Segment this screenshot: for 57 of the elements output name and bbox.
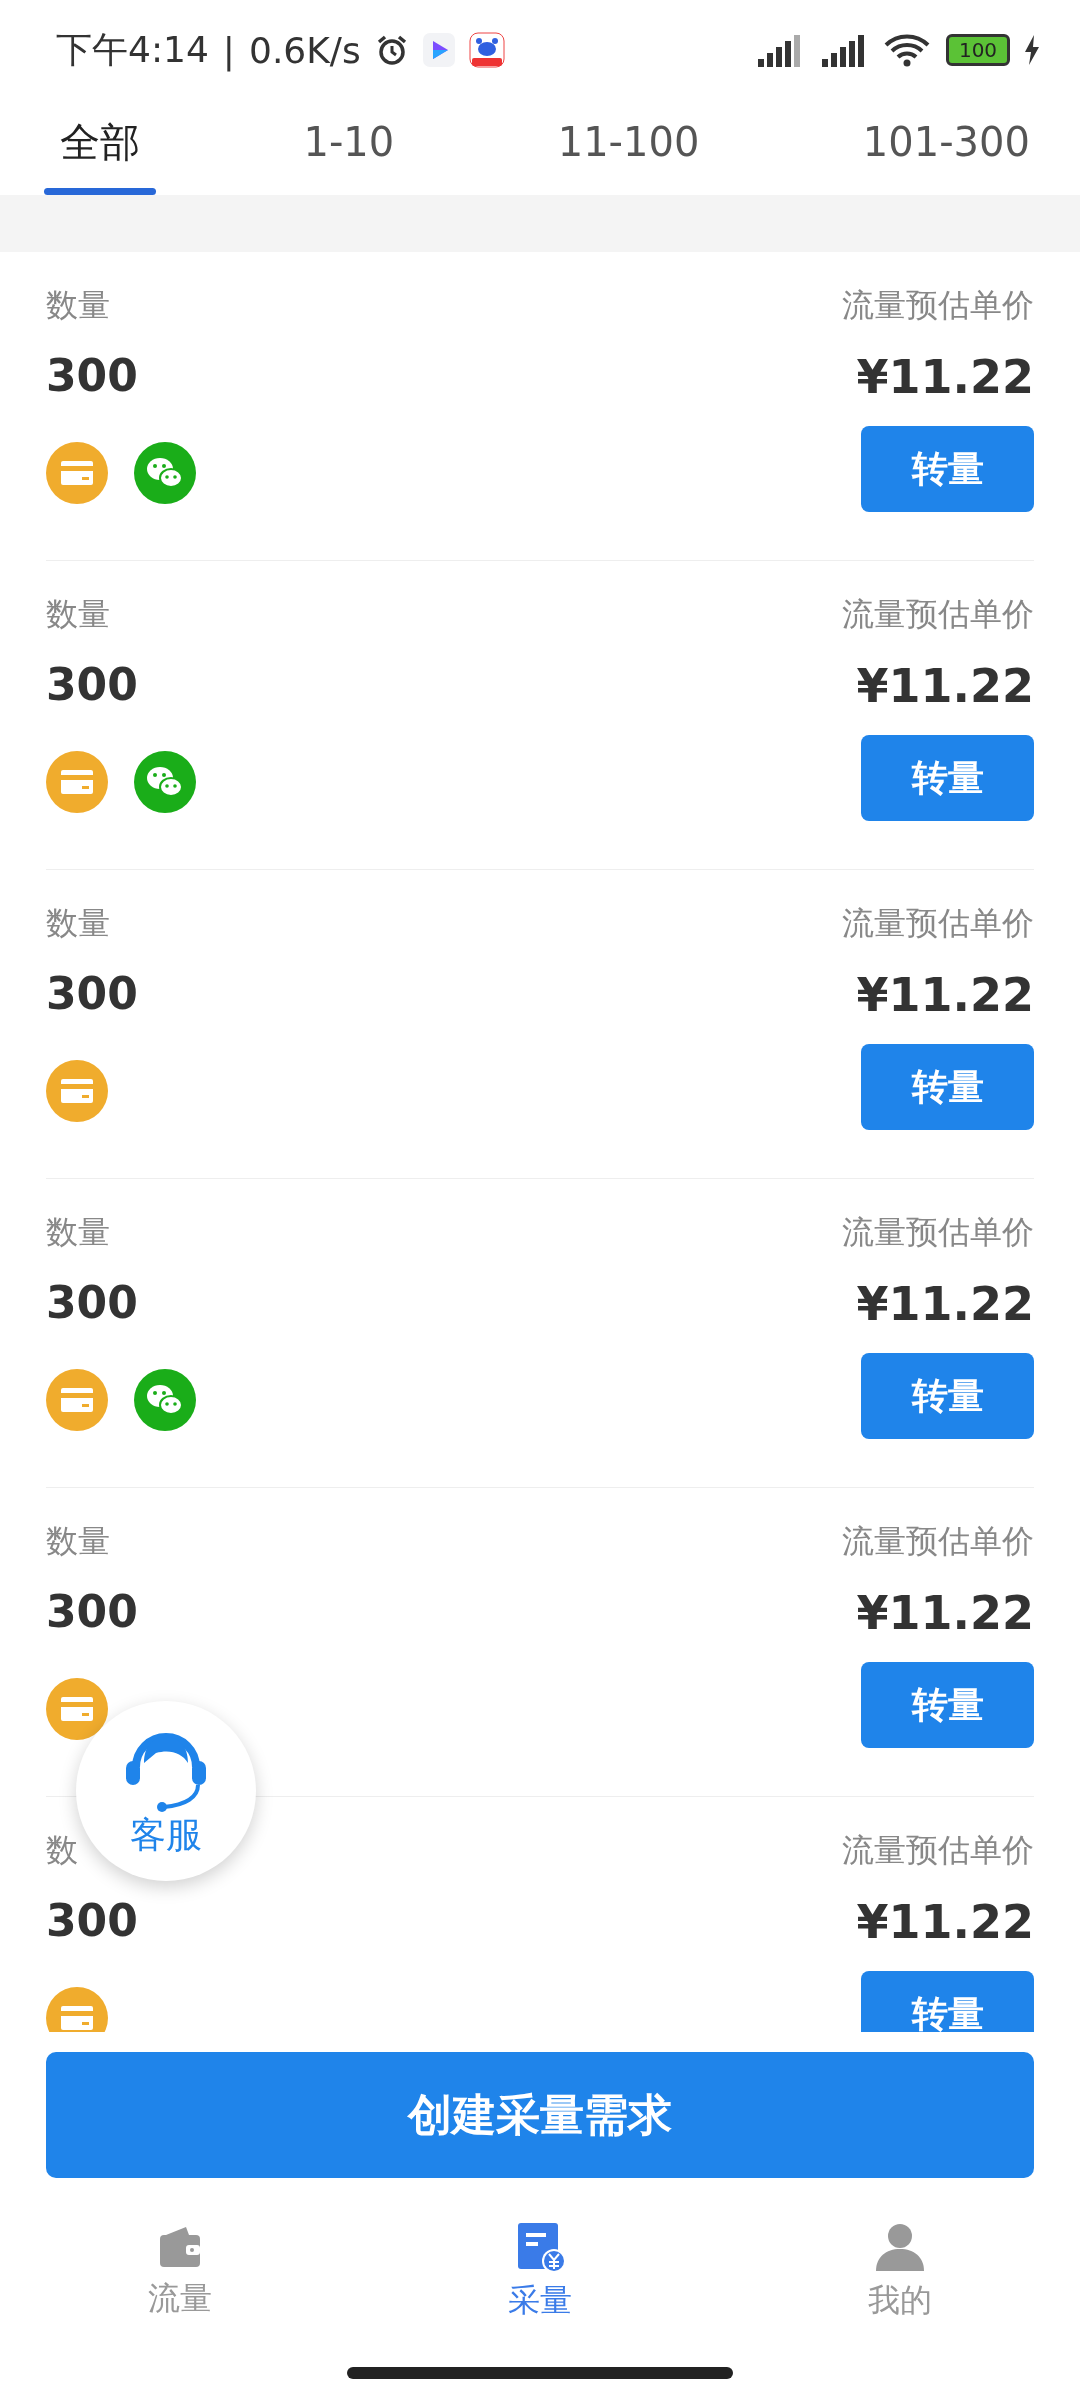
status-time: 下午4:14 — [56, 27, 209, 72]
quantity-value: 300 — [46, 1895, 138, 1948]
quantity-value: 300 — [46, 659, 139, 712]
person-icon — [874, 2221, 926, 2273]
price-label: 流量预估单价 — [842, 594, 1034, 635]
price-label: 流量预估单价 — [842, 903, 1034, 944]
quantity-value: 300 — [46, 968, 138, 1021]
transfer-button[interactable]: 转量 — [861, 735, 1034, 821]
bank-card-icon — [46, 442, 108, 504]
price-label: 流量预估单价 — [842, 1212, 1034, 1253]
nav-tab[interactable]: 我的 — [720, 2198, 1080, 2346]
battery-indicator: 100 — [946, 34, 1010, 66]
filter-tab[interactable]: 1-10 — [287, 100, 411, 195]
quantity-value: 300 — [46, 1586, 138, 1639]
wifi-icon — [884, 33, 930, 67]
quantity-label: 数 — [46, 1830, 79, 1871]
chat-bubbles-icon — [134, 751, 196, 813]
transfer-button[interactable]: 转量 — [861, 1353, 1034, 1439]
price-value: ¥11.22 — [856, 350, 1034, 406]
network-speed: 0.6K/s — [249, 29, 361, 71]
create-request-button[interactable]: 创建采量需求 — [46, 2052, 1034, 2178]
filter-tab[interactable]: 101-300 — [846, 100, 1046, 195]
transfer-button[interactable]: 转量 — [861, 1971, 1034, 2032]
quantity-label: 数量 — [46, 1212, 111, 1253]
price-label: 流量预估单价 — [842, 1521, 1034, 1562]
bank-card-icon — [46, 751, 108, 813]
price-value: ¥11.22 — [856, 1895, 1034, 1951]
nav-tab[interactable]: 采量 — [360, 2198, 720, 2346]
price-value: ¥11.22 — [856, 968, 1034, 1024]
bank-card-icon — [46, 1678, 108, 1740]
status-separator: | — [222, 29, 235, 71]
price-label: 流量预估单价 — [842, 1830, 1034, 1871]
quantity-value: 300 — [46, 350, 139, 403]
price-label: 流量预估单价 — [842, 285, 1034, 326]
transfer-button[interactable]: 转量 — [861, 426, 1034, 512]
price-value: ¥11.22 — [856, 1586, 1034, 1642]
quantity-label: 数量 — [46, 903, 111, 944]
chat-bubbles-icon — [134, 442, 196, 504]
quantity-label: 数量 — [46, 285, 111, 326]
paw-app-icon — [468, 32, 505, 68]
quantity-label: 数量 — [46, 1521, 111, 1562]
filter-tab[interactable]: 11-100 — [541, 100, 716, 195]
charging-icon — [1024, 35, 1040, 65]
chat-bubbles-icon — [134, 1369, 196, 1431]
bank-card-icon — [46, 1987, 108, 2032]
quantity-value: 300 — [46, 1277, 139, 1330]
price-value: ¥11.22 — [856, 1277, 1034, 1333]
price-value: ¥11.22 — [856, 659, 1034, 715]
quantity-label: 数量 — [46, 594, 111, 635]
play-icon — [422, 33, 455, 67]
bank-card-icon — [46, 1369, 108, 1431]
transfer-button[interactable]: 转量 — [861, 1044, 1034, 1130]
transfer-button[interactable]: 转量 — [861, 1662, 1034, 1748]
bank-card-icon — [46, 1060, 108, 1122]
filter-tab[interactable]: 全部 — [44, 100, 156, 195]
nav-tab[interactable]: 流量 — [0, 2198, 360, 2346]
support-button[interactable]: 客服 — [76, 1701, 256, 1881]
